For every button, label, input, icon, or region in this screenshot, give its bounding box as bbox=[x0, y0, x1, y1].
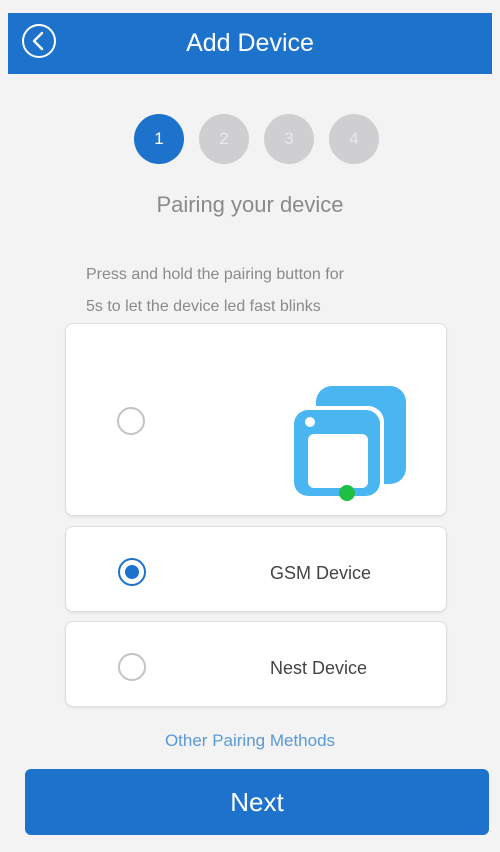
option-card-led-blink[interactable] bbox=[65, 323, 447, 516]
option-card-gsm[interactable]: GSM Device bbox=[65, 526, 447, 612]
step-4: 4 bbox=[329, 114, 379, 164]
step-1: 1 bbox=[134, 114, 184, 164]
app-header: Add Device bbox=[8, 13, 492, 74]
instruction-line-2: 5s to let the device led fast blinks bbox=[86, 298, 321, 315]
option-label-nest: Nest Device bbox=[270, 658, 368, 678]
option-card-nest[interactable]: Nest Device bbox=[65, 621, 447, 707]
page-title: Add Device bbox=[186, 29, 314, 57]
instruction-line-1: Press and hold the pairing button for bbox=[86, 266, 344, 283]
step-2: 2 bbox=[199, 114, 249, 164]
pairing-instruction: Press and hold the pairing button for 5s… bbox=[86, 259, 486, 323]
option-label-gsm: GSM Device bbox=[270, 563, 372, 583]
other-pairing-methods-link[interactable]: Other Pairing Methods bbox=[0, 731, 500, 751]
step-3: 3 bbox=[264, 114, 314, 164]
option-radio-led-blink[interactable] bbox=[117, 407, 145, 435]
next-button[interactable]: Next bbox=[25, 769, 489, 835]
option-radio-nest[interactable] bbox=[118, 653, 146, 681]
step-title: Pairing your device bbox=[156, 192, 344, 217]
device-blinking-led-icon bbox=[286, 354, 411, 509]
led-indicator-icon bbox=[339, 485, 355, 501]
option-radio-gsm[interactable] bbox=[118, 558, 146, 586]
